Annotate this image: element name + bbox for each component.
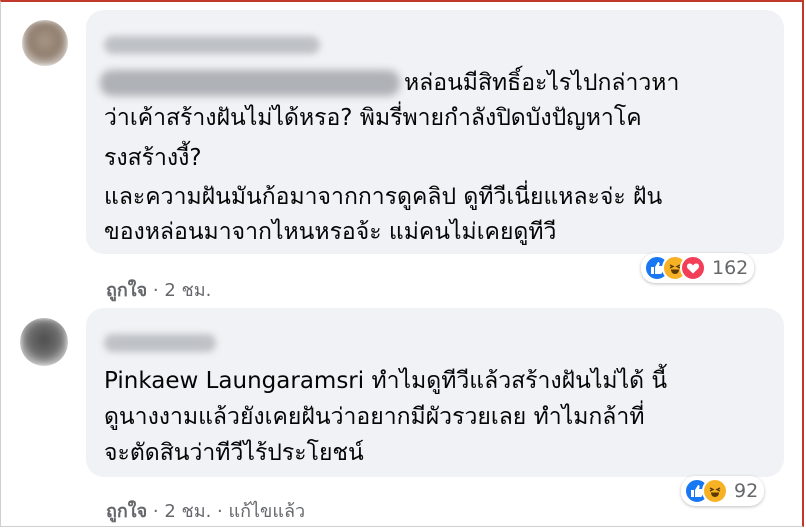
comment-text-line: และความฝันมันก้อมาจากการดูคลิป ดูทีวีเนี… — [104, 184, 663, 210]
haha-icon — [702, 478, 728, 504]
comment-text-line: Pinkaew Laungaramsri ทำไมดูทีวีแล้วสร้าง… — [104, 368, 668, 394]
avatar[interactable] — [20, 318, 68, 366]
separator: · — [217, 501, 229, 522]
comment-text-line: ของหล่อนมาจากไหนหรอจ้ะ แม่คนไม่เคยดูทีวี — [104, 219, 557, 245]
comment-text-line: ว่าเค้าสร้างฝันไม่ได้หรอ? พิมรี่พายกำลัง… — [104, 105, 642, 131]
comment-actions: ถูกใจ · 2 ชม. — [106, 275, 211, 304]
timestamp[interactable]: 2 ชม. — [164, 280, 211, 301]
separator: · — [152, 280, 165, 301]
reaction-count: 92 — [734, 480, 759, 502]
like-button[interactable]: ถูกใจ — [106, 280, 147, 301]
separator: · — [152, 501, 165, 522]
comment-text-line: จะตัดสินว่าทีวีไร้ประโยชน์ — [104, 440, 364, 466]
love-icon — [680, 255, 706, 281]
commenter-name[interactable] — [104, 334, 216, 352]
comment-text-line: ดูนางงามแล้วยังเคยฝันว่าอยากมีผัวรวยเลย … — [104, 404, 645, 430]
comment-bubble: Pinkaew Laungaramsri ทำไมดูทีวีแล้วสร้าง… — [86, 308, 784, 477]
reaction-count: 162 — [712, 257, 749, 279]
timestamp[interactable]: 2 ชม. — [164, 501, 211, 522]
avatar[interactable] — [22, 20, 68, 66]
comment-actions: ถูกใจ · 2 ชม. · แก้ไขแล้ว — [106, 496, 305, 525]
like-button[interactable]: ถูกใจ — [106, 501, 147, 522]
comment-text-line: หล่อนมีสิทธิ์อะไรไปกล่าวหา — [404, 70, 680, 96]
reaction-summary[interactable]: 162 — [641, 253, 755, 283]
reaction-summary[interactable]: 92 — [681, 476, 765, 506]
mention-tag[interactable] — [100, 70, 400, 96]
commenter-name[interactable] — [104, 36, 320, 54]
comment-text-line: รงสร้างงี้? — [104, 145, 202, 171]
edited-label[interactable]: แก้ไขแล้ว — [229, 501, 306, 522]
comment-bubble: หล่อนมีสิทธิ์อะไรไปกล่าวหา ว่าเค้าสร้างฝ… — [86, 10, 784, 254]
